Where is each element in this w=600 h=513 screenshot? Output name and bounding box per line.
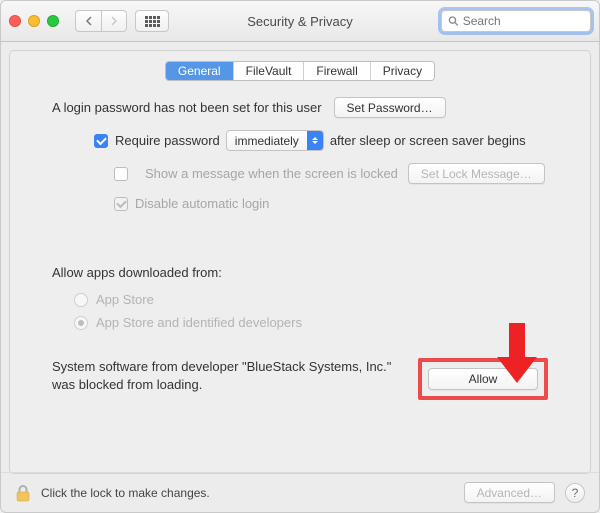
advanced-button[interactable]: Advanced… [464,482,555,503]
close-icon[interactable] [9,15,21,27]
blocked-software-message: System software from developer "BlueStac… [52,358,398,394]
set-lock-message-button[interactable]: Set Lock Message… [408,163,545,184]
preferences-window: Security & Privacy General FileVault Fir… [0,0,600,513]
login-password-text: A login password has not been set for th… [52,100,322,115]
tab-filevault[interactable]: FileVault [234,62,305,80]
zoom-icon[interactable] [47,15,59,27]
search-input[interactable] [463,14,584,28]
allow-apps-heading: Allow apps downloaded from: [52,265,548,280]
search-field[interactable] [441,10,591,32]
allow-apps-option-appstore[interactable]: App Store [74,292,548,307]
radio-icon [74,293,88,307]
back-button[interactable] [75,10,101,32]
allow-apps-option-identified[interactable]: App Store and identified developers [74,315,548,330]
annotation-arrow-icon [492,321,542,391]
require-password-prefix: Require password [115,133,220,148]
set-password-button[interactable]: Set Password… [334,97,446,118]
grid-icon [145,16,160,27]
require-password-delay-value: immediately [227,134,307,148]
main-panel: General FileVault Firewall Privacy A log… [9,50,591,474]
require-password-delay-select[interactable]: immediately [226,130,324,151]
radio-icon [74,316,88,330]
disable-auto-login-label: Disable automatic login [135,196,269,211]
disable-auto-login-checkbox[interactable] [114,197,128,211]
allow-apps-option2-label: App Store and identified developers [96,315,302,330]
tab-firewall[interactable]: Firewall [304,62,370,80]
allow-apps-option1-label: App Store [96,292,154,307]
minimize-icon[interactable] [28,15,40,27]
lock-icon[interactable] [15,484,31,502]
tab-general[interactable]: General [166,62,234,80]
forward-button[interactable] [101,10,127,32]
titlebar: Security & Privacy [1,1,599,42]
tab-bar: General FileVault Firewall Privacy [10,61,590,81]
show-all-button[interactable] [135,10,169,32]
show-message-label: Show a message when the screen is locked [145,166,398,181]
help-button[interactable]: ? [565,483,585,503]
nav-buttons [75,10,127,32]
search-icon [448,15,459,27]
footer-text: Click the lock to make changes. [41,486,454,500]
require-password-suffix: after sleep or screen saver begins [330,133,526,148]
require-password-checkbox[interactable] [94,134,108,148]
tab-privacy[interactable]: Privacy [371,62,434,80]
window-controls [9,15,59,27]
footer: Click the lock to make changes. Advanced… [1,472,599,512]
chevron-up-down-icon [307,131,323,150]
window-title: Security & Privacy [247,14,352,29]
show-message-checkbox[interactable] [114,167,128,181]
